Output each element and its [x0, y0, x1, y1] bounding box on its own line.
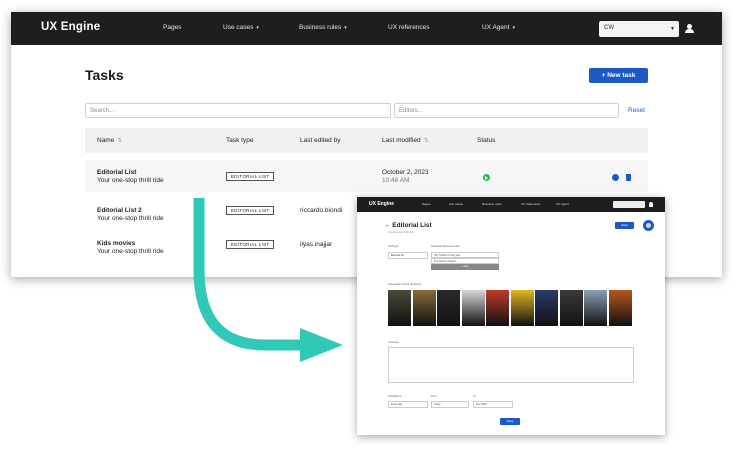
add-button[interactable]: + Add — [431, 264, 499, 270]
associate-label: Associate Task Items with — [431, 245, 460, 248]
to-label: To — [473, 395, 476, 398]
comment-textarea[interactable] — [388, 347, 634, 383]
movie-poster[interactable] — [486, 290, 509, 326]
workspace-select[interactable] — [613, 201, 645, 208]
nav-item-pages[interactable]: Pages — [422, 202, 431, 206]
task-type-select[interactable]: Editorial list — [388, 252, 428, 259]
submit-button[interactable]: Save — [500, 418, 520, 425]
top-nav: UX Engine Pages Use cases Business rules… — [357, 197, 665, 212]
movie-poster[interactable] — [559, 290, 583, 326]
nav-item-use-cases[interactable]: Use cases — [449, 202, 463, 206]
nav-item-business-rules[interactable]: Business rules — [482, 202, 502, 206]
movie-poster[interactable] — [388, 290, 411, 326]
comment-label: Comment — [388, 341, 399, 344]
save-button[interactable]: Save — [615, 222, 634, 229]
schedule-label: Schedule by — [388, 395, 402, 398]
movie-poster[interactable] — [510, 290, 534, 326]
page-subtitle: Your one-stop thrill ride — [388, 231, 414, 234]
page-title: ← Editorial List — [384, 222, 432, 229]
movie-poster[interactable] — [584, 290, 607, 326]
movie-poster[interactable] — [535, 290, 558, 326]
movie-poster[interactable] — [437, 290, 460, 326]
nav-item-ux-references[interactable]: UX references — [521, 202, 540, 206]
assistant-icon[interactable] — [643, 220, 654, 231]
brand-logo[interactable]: UX Engine — [369, 201, 394, 207]
nav-item-ux-agent[interactable]: UX Agent — [556, 202, 569, 206]
to-select[interactable]: Dec 2023 — [473, 401, 513, 408]
user-icon[interactable] — [649, 202, 653, 207]
movie-poster[interactable] — [608, 290, 632, 326]
from-label: From — [431, 395, 437, 398]
movie-poster[interactable] — [412, 290, 436, 326]
task-type-label: Task type — [388, 245, 399, 248]
editorial-list-window: UX Engine Pages Use cases Business rules… — [357, 197, 665, 435]
from-select[interactable]: Today — [431, 401, 469, 408]
posters-label: Associated content (10 items) — [388, 283, 421, 286]
schedule-select[interactable]: Every day — [388, 401, 428, 408]
movie-poster[interactable] — [461, 290, 485, 326]
